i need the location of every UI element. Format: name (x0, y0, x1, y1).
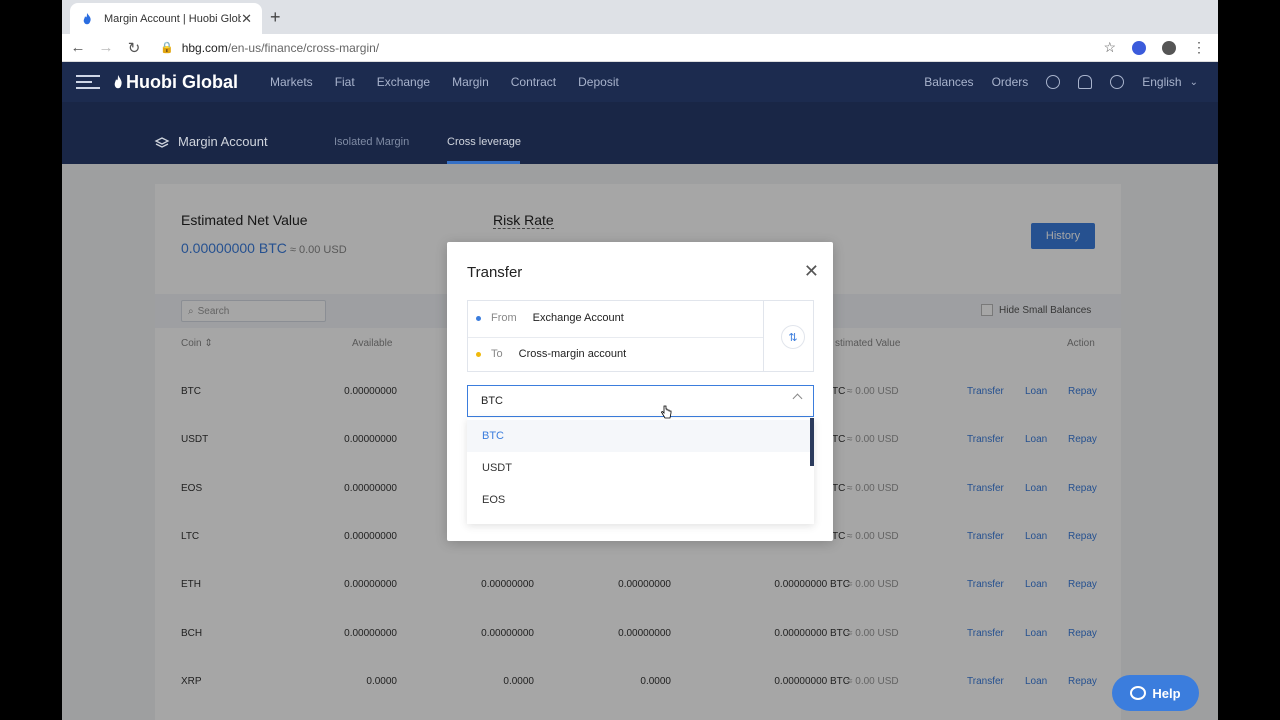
browser-tab[interactable]: Margin Account | Huobi Global ✕ (70, 3, 262, 34)
coin-option-usdt[interactable]: USDT (467, 452, 810, 484)
bookmark-star-icon[interactable]: ☆ (1103, 39, 1116, 56)
huobi-flame-icon (114, 75, 122, 89)
transfer-modal: Transfer ✕ From Exchange Account To Cros… (447, 242, 833, 541)
close-icon[interactable]: ✕ (804, 262, 819, 280)
language-label: English (1142, 75, 1182, 89)
new-tab-button[interactable]: + (270, 8, 281, 26)
modal-backdrop-header (62, 102, 1218, 164)
swap-icon[interactable]: ⇅ (781, 325, 805, 349)
divider (468, 337, 763, 338)
nav-link-deposit[interactable]: Deposit (578, 75, 619, 89)
from-row[interactable]: From Exchange Account (476, 312, 624, 324)
help-chat-icon (1130, 686, 1147, 700)
nav-balances[interactable]: Balances (924, 75, 973, 89)
url-path: /en-us/finance/cross-margin/ (227, 40, 380, 55)
tab-close-icon[interactable]: ✕ (241, 11, 252, 27)
huobi-flame-icon (83, 12, 91, 24)
download-icon[interactable] (1110, 75, 1125, 89)
from-account: Exchange Account (532, 312, 624, 324)
browser-menu-icon[interactable]: ⋮ (1192, 39, 1206, 56)
huobi-logo[interactable]: Huobi Global (112, 72, 238, 93)
extension-icon[interactable] (1132, 40, 1146, 55)
nav-link-fiat[interactable]: Fiat (335, 75, 355, 89)
coin-select-value: BTC (481, 395, 503, 407)
url-domain: hbg.com (181, 40, 228, 55)
back-arrow-icon[interactable]: ← (66, 39, 90, 56)
nav-link-exchange[interactable]: Exchange (377, 75, 430, 89)
nav-link-contract[interactable]: Contract (511, 75, 556, 89)
bell-icon[interactable] (1078, 75, 1093, 89)
lock-icon: 🔒 (160, 42, 174, 54)
chevron-down-icon: ⌄ (1189, 76, 1198, 88)
to-dot (476, 351, 481, 357)
browser-window: Margin Account | Huobi Global ✕ + ← → ↻ … (62, 0, 1218, 720)
coin-dropdown: BTC USDT EOS (467, 418, 814, 524)
help-label: Help (1152, 685, 1181, 701)
tab-title: Margin Account | Huobi Global (104, 12, 242, 25)
browser-toolbar: ← → ↻ 🔒 hbg.com/en-us/finance/cross-marg… (62, 34, 1218, 62)
nav-orders[interactable]: Orders (992, 75, 1029, 89)
hamburger-menu-icon[interactable] (76, 71, 100, 93)
nav-link-markets[interactable]: Markets (270, 75, 313, 89)
help-button[interactable]: Help (1112, 675, 1199, 711)
user-icon[interactable] (1046, 75, 1061, 89)
logo-text: Huobi Global (126, 71, 238, 92)
nav-link-margin[interactable]: Margin (452, 75, 489, 89)
dropdown-scrollbar[interactable] (810, 418, 814, 466)
to-row[interactable]: To Cross-margin account (476, 348, 626, 360)
from-dot (476, 315, 481, 321)
coin-option-eos[interactable]: EOS (467, 484, 810, 516)
from-to-selector: From Exchange Account To Cross-margin ac… (467, 300, 814, 372)
modal-title: Transfer (467, 264, 523, 281)
nav-links: Markets Fiat Exchange Margin Contract De… (270, 75, 619, 89)
to-account: Cross-margin account (518, 348, 627, 360)
language-selector[interactable]: English ⌄ (1142, 75, 1198, 89)
to-label: To (491, 348, 503, 360)
divider (763, 301, 764, 371)
browser-tabbar: Margin Account | Huobi Global ✕ + (62, 0, 1218, 34)
chevron-up-icon (792, 393, 803, 404)
profile-avatar[interactable] (1162, 40, 1176, 55)
site-nav: Huobi Global Markets Fiat Exchange Margi… (62, 62, 1218, 102)
reload-icon[interactable]: ↻ (122, 39, 146, 57)
forward-arrow-icon[interactable]: → (94, 39, 118, 56)
address-bar[interactable]: 🔒 hbg.com/en-us/finance/cross-margin/ (160, 41, 1103, 55)
coin-option-btc[interactable]: BTC (467, 420, 810, 452)
hand-cursor-icon (661, 405, 672, 419)
coin-select[interactable]: BTC (467, 385, 814, 417)
from-label: From (491, 312, 517, 324)
